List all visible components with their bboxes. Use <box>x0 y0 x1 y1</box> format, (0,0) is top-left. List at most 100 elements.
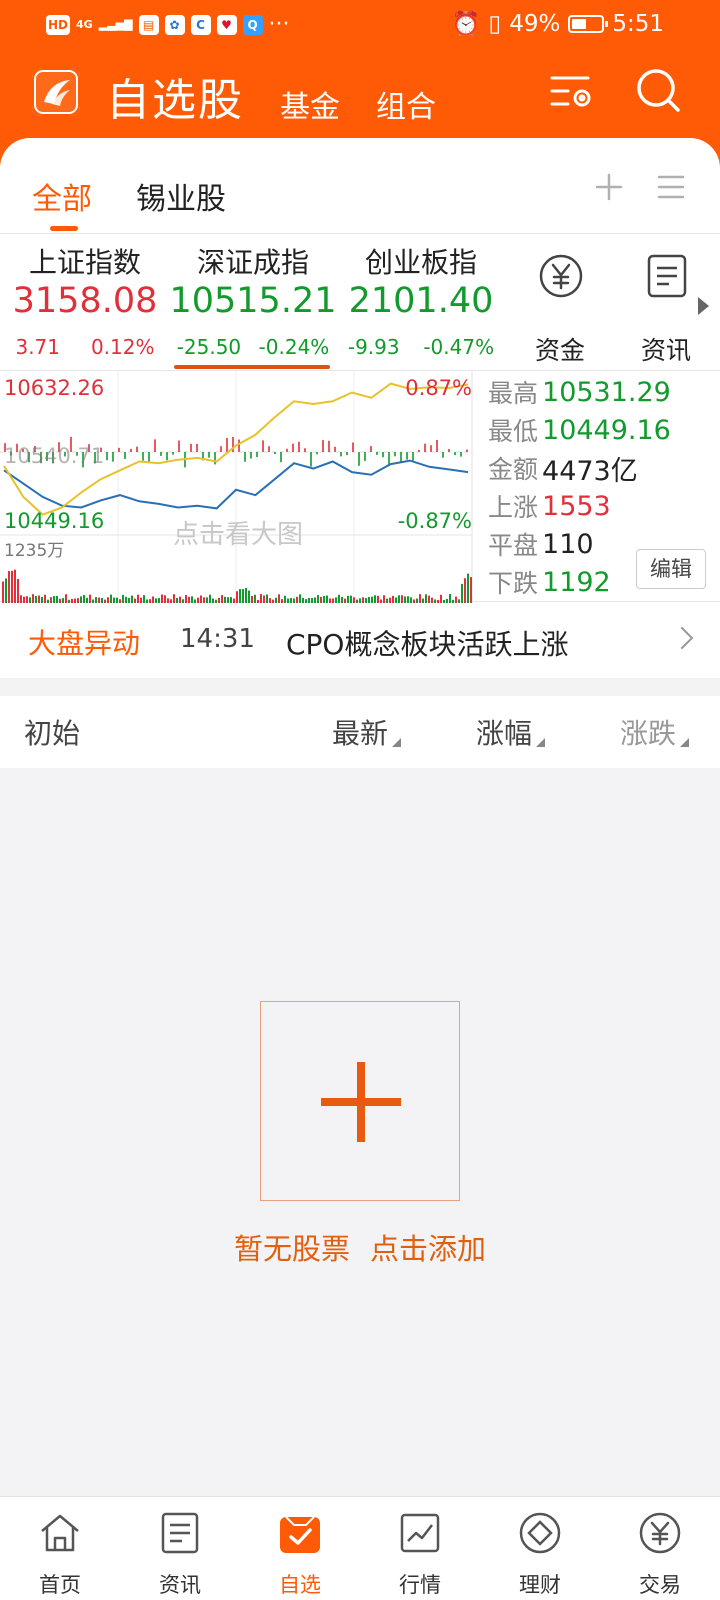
chevron-right-icon <box>670 626 694 650</box>
chart-mid-label: 10540.71 <box>4 444 104 468</box>
nav-watchlist[interactable]: 自选 <box>240 1511 360 1600</box>
volume-bar <box>470 577 472 603</box>
stat-label: 上涨 <box>488 493 539 522</box>
flow-bar <box>340 452 342 457</box>
flow-bar <box>256 452 258 458</box>
column-latest[interactable]: 最新 <box>332 712 402 752</box>
add-prompt[interactable]: 点击添加 <box>370 1232 486 1266</box>
list-settings-icon[interactable] <box>548 66 598 116</box>
flow-bar <box>130 448 132 452</box>
flow-bar <box>436 439 438 452</box>
flow-bar <box>310 452 312 467</box>
column-percent[interactable]: 涨幅 <box>476 712 546 752</box>
flow-bar <box>172 452 174 455</box>
nav-market[interactable]: 行情 <box>360 1511 480 1600</box>
column-change[interactable]: 涨跌 <box>620 712 690 752</box>
index-strip: 上证指数 3158.08 3.71 0.12% 深证成指 10515.21 -2… <box>0 235 720 370</box>
index-change-amount: -25.50 <box>176 335 242 359</box>
index-shanghai[interactable]: 上证指数 3158.08 3.71 0.12% <box>0 235 170 369</box>
news-button[interactable]: 资讯 <box>626 253 706 365</box>
volume-bar <box>14 569 16 603</box>
flow-bar <box>208 452 210 458</box>
plus-icon[interactable] <box>594 172 624 206</box>
flow-bar <box>268 446 270 452</box>
index-change-amount: -9.93 <box>347 335 400 359</box>
diamond-icon <box>519 1512 561 1554</box>
volume-bar <box>467 573 469 603</box>
flow-bar <box>334 446 336 452</box>
flow-bar <box>196 443 198 452</box>
tab-tin-stocks[interactable]: 锡业股 <box>136 174 226 218</box>
watchlist-icon <box>280 1516 320 1553</box>
intraday-chart-row[interactable]: 10632.26 10540.71 10449.16 0.87% -0.87% … <box>0 370 720 603</box>
search-icon[interactable] <box>634 66 684 116</box>
flow-bar <box>160 452 162 456</box>
tab-fund[interactable]: 基金 <box>280 82 340 126</box>
market-alert-bar[interactable]: 大盘异动 14:31 CPO概念板块活跃上涨 <box>0 602 720 678</box>
column-initial[interactable]: 初始 <box>24 712 80 752</box>
nav-wealth[interactable]: 理财 <box>480 1511 600 1600</box>
flow-bar <box>316 452 318 455</box>
tab-all[interactable]: 全部 <box>32 174 92 218</box>
flow-bar <box>274 452 276 455</box>
chart-low-label: 10449.16 <box>4 509 104 533</box>
stat-label: 最高 <box>488 379 539 408</box>
nav-label: 自选 <box>279 1573 321 1597</box>
intraday-chart[interactable]: 10632.26 10540.71 10449.16 0.87% -0.87% … <box>0 371 480 603</box>
column-label: 涨跌 <box>620 717 677 750</box>
flow-bar <box>166 452 168 461</box>
app-logo-icon <box>32 68 80 116</box>
nav-label: 行情 <box>399 1573 441 1597</box>
column-label: 涨幅 <box>476 717 533 750</box>
capital-flow-label: 资金 <box>534 336 585 365</box>
index-value: 10515.21 <box>169 281 337 321</box>
flow-bar <box>322 440 324 452</box>
flow-bar <box>460 452 462 457</box>
tab-portfolio[interactable]: 组合 <box>376 82 436 126</box>
status-left: HD 4G ▂▃▅▇ ▤ ✿ C ♥ Q ··· <box>46 12 290 37</box>
scroll-right-icon[interactable] <box>698 297 709 315</box>
nav-news[interactable]: 资讯 <box>120 1511 240 1600</box>
index-change-percent: -0.24% <box>258 335 330 359</box>
news-icon <box>161 1512 199 1554</box>
browser-icon: C <box>190 14 211 35</box>
volume-bar <box>17 579 19 603</box>
status-bar: HD 4G ▂▃▅▇ ▤ ✿ C ♥ Q ··· ⏰ ▯ 49% 5:51 <box>0 0 720 48</box>
index-value: 2101.40 <box>348 281 494 321</box>
sort-icon <box>392 738 402 747</box>
chart-high-label: 10632.26 <box>4 376 104 400</box>
index-shenzhen[interactable]: 深证成指 10515.21 -25.50 -0.24% <box>168 235 338 369</box>
volume-bar <box>461 583 463 603</box>
stat-value: 1192 <box>542 566 611 598</box>
flow-bar <box>352 442 354 452</box>
add-stock-button[interactable] <box>260 1001 460 1201</box>
flow-bar <box>304 448 306 452</box>
index-chinext[interactable]: 创业板指 2101.40 -9.93 -0.47% <box>336 235 506 369</box>
flow-bar <box>406 452 408 460</box>
baidu-icon: ✿ <box>164 14 185 35</box>
status-right: ⏰ ▯ 49% 5:51 <box>452 10 664 38</box>
home-icon <box>41 1514 79 1552</box>
flow-bar <box>448 448 450 452</box>
capital-flow-button[interactable]: 资金 <box>520 253 600 365</box>
flow-bar <box>376 452 378 455</box>
flow-bar <box>124 452 126 459</box>
index-change-percent: -0.47% <box>423 335 495 359</box>
flow-bar <box>136 446 138 452</box>
edit-button[interactable]: 编辑 <box>636 549 706 589</box>
flow-bar <box>280 452 282 463</box>
nav-home[interactable]: 首页 <box>0 1511 120 1600</box>
volume-bar <box>11 570 13 603</box>
stat-amount: 金额 4473亿 <box>488 449 720 487</box>
nav-trade[interactable]: 交易 <box>600 1511 720 1600</box>
flow-bar <box>118 447 120 452</box>
flow-bar <box>214 452 216 465</box>
plus-icon-vertical <box>357 1062 365 1142</box>
empty-state-text[interactable]: 暂无股票 点击添加 <box>0 1226 720 1268</box>
volume-label: 1235万 <box>4 541 64 561</box>
flow-bar <box>358 452 360 466</box>
menu-icon[interactable] <box>656 172 686 206</box>
chart-watermark: 点击看大图 <box>173 520 303 550</box>
column-label: 最新 <box>332 717 389 750</box>
chart-down-pct: -0.87% <box>398 509 472 533</box>
